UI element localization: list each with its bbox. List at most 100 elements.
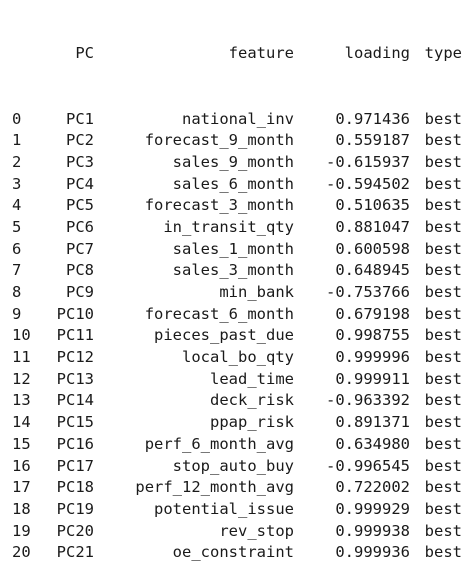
row-pc: PC8 xyxy=(66,261,94,280)
table-row: 3 PC4 sales_6_month -0.594502 best xyxy=(0,174,474,196)
row-feature: sales_1_month xyxy=(172,239,294,258)
table-row: 16 PC17 stop_auto_buy -0.996545 best xyxy=(0,456,474,478)
row-index: 3 xyxy=(12,174,22,193)
row-index: 18 xyxy=(12,499,31,518)
row-index: 20 xyxy=(12,543,31,562)
row-pc: PC3 xyxy=(66,152,94,171)
table-row: 8 PC9 min_bank -0.753766 best xyxy=(0,282,474,304)
row-pc: PC10 xyxy=(56,304,94,323)
row-feature: perf_12_month_avg xyxy=(135,478,294,497)
row-loading: 0.600598 xyxy=(335,239,410,258)
row-loading: -0.615937 xyxy=(326,152,410,171)
row-loading: 0.881047 xyxy=(335,217,410,236)
row-type: best xyxy=(424,434,462,453)
row-feature: sales_9_month xyxy=(172,152,294,171)
table-row: 12 PC13 lead_time 0.999911 best xyxy=(0,369,474,391)
dataframe-output: PC feature loading type 0 PC 1 national_inv… xyxy=(0,0,474,561)
table-row: 4 PC5 forecast_3_month 0.510635 best xyxy=(0,195,474,217)
row-loading: -0.996545 xyxy=(326,456,410,475)
table-row: 5 PC6 in_transit_qty 0.881047 best xyxy=(0,217,474,239)
table-row: 10 PC11 pieces_past_due 0.998755 best xyxy=(0,325,474,347)
row-loading: 0.559187 xyxy=(335,131,410,150)
row-index: 0 xyxy=(12,109,22,128)
row-type: best xyxy=(424,304,462,323)
row-loading: 0.634980 xyxy=(335,434,410,453)
row-type: best xyxy=(424,456,462,475)
row-feature: local_bo_qty xyxy=(182,348,294,367)
row-index: 12 xyxy=(12,369,31,388)
row-pc: PC19 xyxy=(56,499,94,518)
table-row: 17 PC18 perf_12_month_avg 0.722002 best xyxy=(0,477,474,499)
row-index: 7 xyxy=(12,261,22,280)
row-feature: in_transit_qty xyxy=(163,217,294,236)
row-pc: PC11 xyxy=(56,326,94,345)
row-pc: PC6 xyxy=(66,217,94,236)
row-feature: potential_issue xyxy=(154,499,294,518)
row-feature: rev_stop xyxy=(219,521,294,540)
table-header: PC feature loading type xyxy=(0,43,474,65)
row-feature: national_inv xyxy=(182,109,294,128)
row-feature: stop_auto_buy xyxy=(172,456,294,475)
row-feature: forecast_9_month xyxy=(144,131,294,150)
row-type: best xyxy=(424,131,462,150)
row-type: best xyxy=(424,261,462,280)
row-loading: -0.594502 xyxy=(326,174,410,193)
row-pc: PC9 xyxy=(66,283,94,301)
row-index: 13 xyxy=(12,391,31,410)
row-feature: pieces_past_due xyxy=(154,326,294,345)
table-row: 1 PC2 forecast_9_month 0.559187 best xyxy=(0,130,474,152)
row-feature: sales_6_month xyxy=(172,174,294,193)
table-row: 18 PC19 potential_issue 0.999929 best xyxy=(0,499,474,521)
row-type: best xyxy=(424,283,462,301)
row-index: 8 xyxy=(12,283,22,301)
row-loading: 0.971436 xyxy=(335,109,410,128)
row-feature: lead_time xyxy=(210,369,294,388)
row-loading: 0.648945 xyxy=(335,261,410,280)
table-body: 0 PC1 national_inv 0.971436 best 1 PC2 forecast… xyxy=(0,109,474,564)
column-header-loading: loading xyxy=(344,44,410,63)
row-pc: PC20 xyxy=(56,521,94,540)
table-row: 0 PC1 national_inv 0.971436 best xyxy=(0,109,474,131)
row-loading: 0.722002 xyxy=(335,478,410,497)
row-pc: PC16 xyxy=(56,434,94,453)
row-index: 4 xyxy=(12,196,22,215)
column-header-type: type xyxy=(424,44,462,63)
row-index: 5 xyxy=(12,217,22,236)
row-feature: forecast_6_month xyxy=(144,304,294,323)
row-type: best xyxy=(424,478,462,497)
row-loading: 0.999929 xyxy=(335,499,410,518)
row-feature: forecast_3_month xyxy=(144,196,294,215)
table-row: 13 PC14 deck_risk -0.963392 best xyxy=(0,390,474,412)
table-row: 6 PC7 sales_1_month 0.600598 best xyxy=(0,239,474,261)
table-row: 19 PC20 rev_stop 0.999938 best xyxy=(0,521,474,543)
row-feature: perf_6_month_avg xyxy=(144,434,294,453)
row-feature: ppap_risk xyxy=(210,413,294,432)
row-index: 6 xyxy=(12,239,22,258)
column-header-feature: feature xyxy=(228,44,294,63)
row-index: 9 xyxy=(12,304,22,323)
row-index: 14 xyxy=(12,413,31,432)
table-row: 15 PC16 perf_6_month_avg 0.634980 best xyxy=(0,434,474,456)
row-loading: 0.679198 xyxy=(335,304,410,323)
table-row: 14 PC15 ppap_risk 0.891371 best xyxy=(0,412,474,434)
row-pc: PC12 xyxy=(56,348,94,367)
column-header-pc: PC xyxy=(75,44,94,63)
row-feature: oe_constraint xyxy=(172,543,294,562)
row-pc: PC5 xyxy=(66,196,94,215)
row-feature: min_bank xyxy=(219,283,294,301)
row-pc: PC14 xyxy=(56,391,94,410)
row-loading: 0.891371 xyxy=(335,413,410,432)
row-type: best xyxy=(424,196,462,215)
row-index: 16 xyxy=(12,456,31,475)
row-pc: PC15 xyxy=(56,413,94,432)
row-type: best xyxy=(424,391,462,410)
row-index: 1 xyxy=(12,131,22,150)
row-type: best xyxy=(424,239,462,258)
row-index: 15 xyxy=(12,434,31,453)
row-index: 19 xyxy=(12,521,31,540)
row-index: 17 xyxy=(12,478,31,497)
row-loading: -0.963392 xyxy=(326,391,410,410)
table-row: 7 PC8 sales_3_month 0.648945 best xyxy=(0,260,474,282)
table-row: 20 PC21 oe_constraint 0.999936 best xyxy=(0,542,474,564)
row-loading: 0.999938 xyxy=(335,521,410,540)
